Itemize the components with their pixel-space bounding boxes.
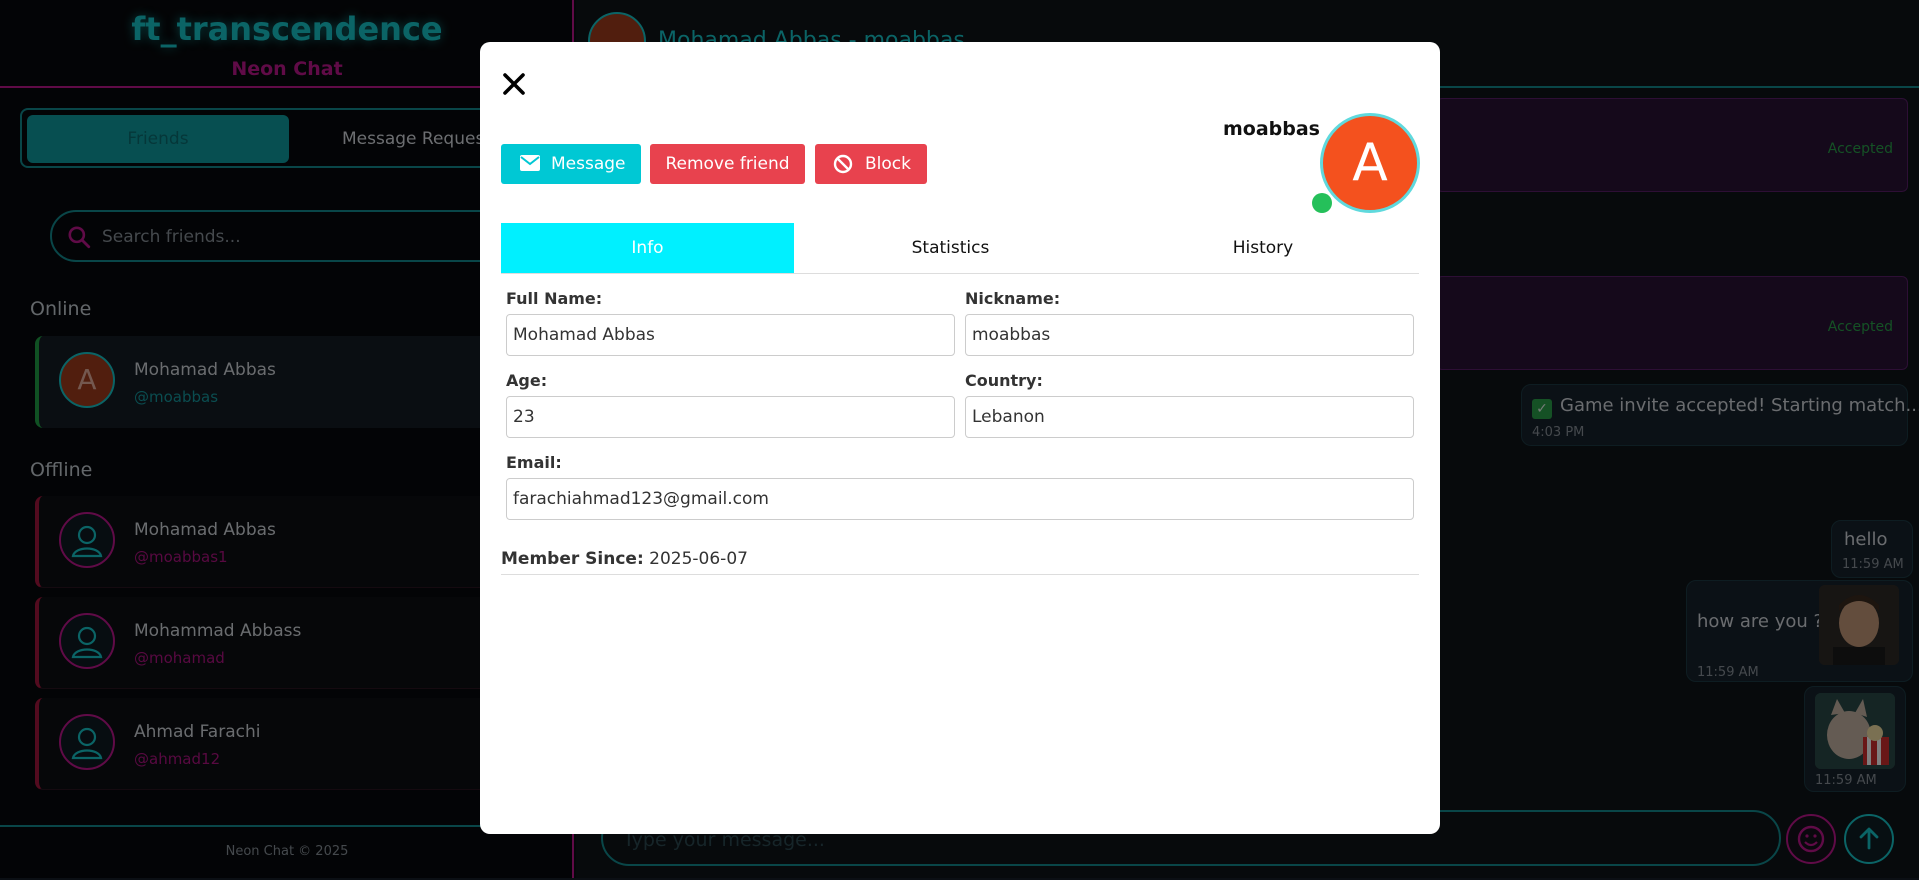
tab-info[interactable]: Info [501,223,794,273]
divider [501,574,1419,575]
envelope-icon [520,155,540,171]
country-label: Country: [965,371,1043,390]
member-since: Member Since: 2025-06-07 [501,549,748,569]
message-button[interactable]: Message [501,144,641,184]
remove-friend-button[interactable]: Remove friend [650,144,805,184]
member-since-label: Member Since: [501,549,644,569]
profile-username: moabbas [1222,118,1320,140]
avatar: A [1320,113,1420,213]
tab-history[interactable]: History [1107,223,1419,273]
nickname-field: moabbas [965,314,1414,356]
block-button-label: Block [865,154,911,174]
profile-modal: Message Remove friend Block moabbas A In… [480,42,1440,834]
full-name-label: Full Name: [506,289,603,308]
close-button[interactable] [500,70,528,98]
age-field: 23 [506,396,955,438]
member-since-value: 2025-06-07 [649,549,748,569]
ban-icon [833,154,853,174]
age-label: Age: [506,371,548,390]
full-name-field: Mohamad Abbas [506,314,955,356]
tab-statistics[interactable]: Statistics [794,223,1107,273]
block-button[interactable]: Block [815,144,927,184]
country-field: Lebanon [965,396,1414,438]
message-button-label: Message [551,154,626,174]
online-status-dot [1312,193,1332,213]
email-field: farachiahmad123@gmail.com [506,478,1414,520]
close-icon [503,73,525,95]
profile-tabs: Info Statistics History [501,223,1419,274]
nickname-label: Nickname: [965,289,1061,308]
email-label: Email: [506,453,562,472]
